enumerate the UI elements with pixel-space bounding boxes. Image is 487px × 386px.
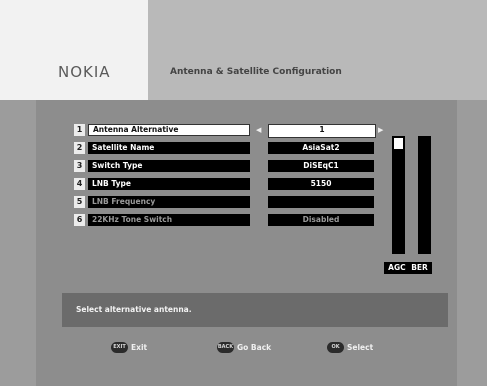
help-text: Select alternative antenna. [62,293,448,327]
exit-button[interactable]: EXIT Exit [111,340,147,354]
menu-row-lnb-type[interactable]: 4 LNB Type 5150 [74,178,389,191]
row-label: 22KHz Tone Switch [88,214,250,226]
row-label: LNB Type [88,178,250,190]
row-value[interactable]: DiSEqC1 [268,160,374,172]
row-label: Satellite Name [88,142,250,154]
agc-meter [392,136,405,254]
select-label: Select [347,342,374,352]
left-arrow-icon[interactable]: ◀ [256,125,261,135]
exit-key-icon: EXIT [111,341,128,353]
row-value[interactable]: Disabled [268,214,374,226]
menu-row-satellite-name[interactable]: 2 Satellite Name AsiaSat2 [74,142,389,155]
row-number: 3 [74,160,85,172]
menu-row-lnb-frequency[interactable]: 5 LNB Frequency [74,196,389,209]
row-label: LNB Frequency [88,196,250,208]
row-number: 5 [74,196,85,208]
menu-row-switch-type[interactable]: 3 Switch Type DiSEqC1 [74,160,389,173]
ok-key-icon: OK [327,341,344,353]
go-back-label: Go Back [237,342,272,352]
row-label: Switch Type [88,160,250,172]
row-value[interactable]: 5150 [268,178,374,190]
row-value[interactable]: 1 [268,124,376,138]
right-arrow-icon[interactable]: ▶ [378,125,383,135]
nokia-logo: NOKIA [58,63,111,81]
row-label: Antenna Alternative [88,124,250,136]
row-number: 6 [74,214,85,226]
row-number: 2 [74,142,85,154]
meter-labels: AGC BER [384,262,432,274]
header-band [148,0,487,100]
tv-screen: NOKIA Antenna & Satellite Configuration … [0,0,487,386]
go-back-button[interactable]: BACK Go Back [217,340,271,354]
menu-row-antenna-alternative[interactable]: 1 Antenna Alternative ◀ 1 ▶ [74,124,389,138]
row-value[interactable] [268,196,374,208]
agc-meter-fill [394,138,403,149]
select-button[interactable]: OK Select [327,340,373,354]
back-key-icon: BACK [217,341,234,353]
ber-meter [418,136,431,254]
menu-row-22khz-tone-switch[interactable]: 6 22KHz Tone Switch Disabled [74,214,389,227]
row-number: 1 [74,124,85,136]
exit-label: Exit [131,342,148,352]
row-number: 4 [74,178,85,190]
page-title: Antenna & Satellite Configuration [170,67,342,77]
row-value[interactable]: AsiaSat2 [268,142,374,154]
